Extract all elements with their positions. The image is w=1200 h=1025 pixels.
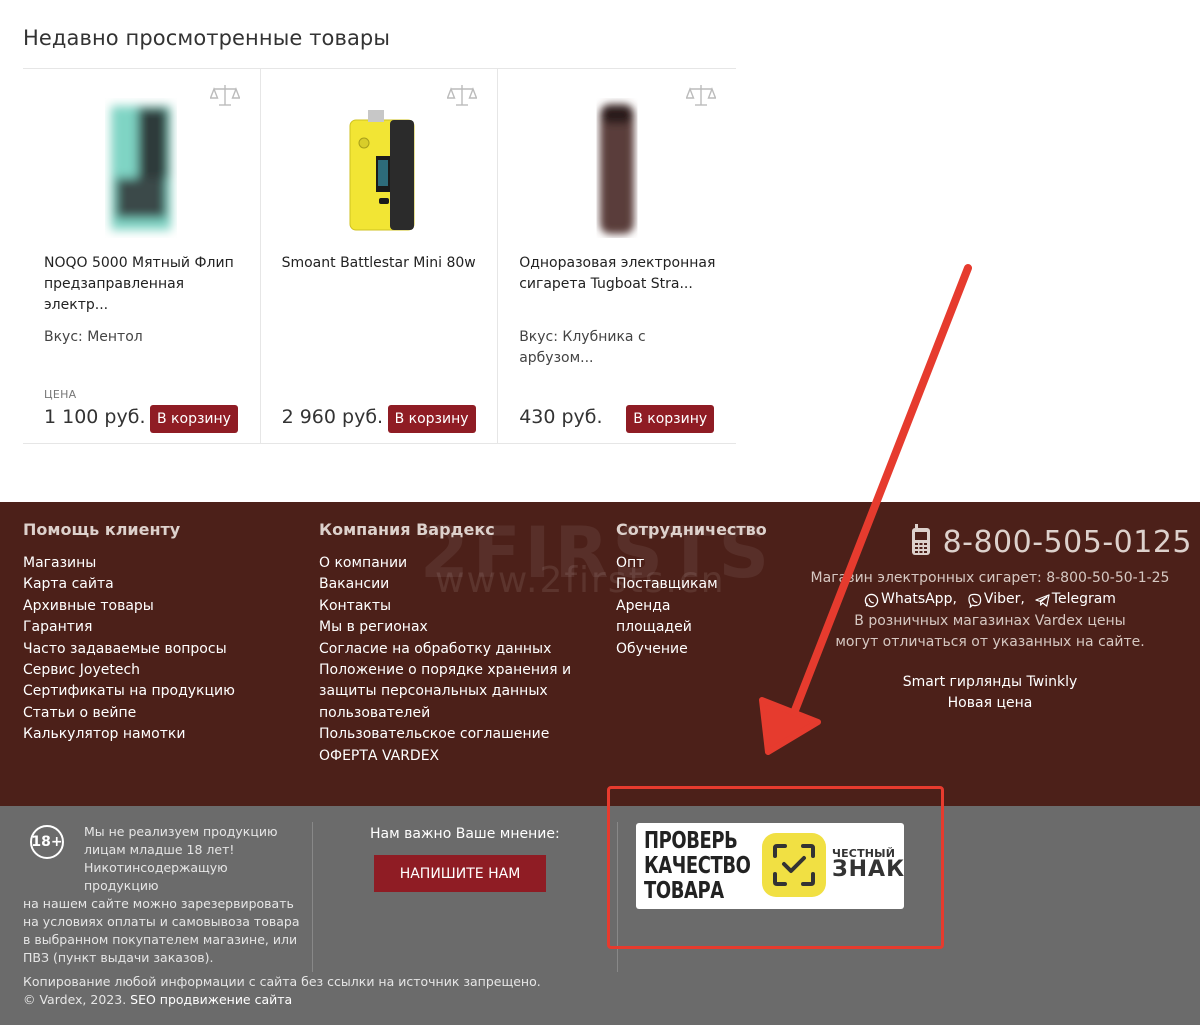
messengers-row: WhatsApp, Viber, Telegram [780,589,1200,610]
product-name[interactable]: NOQO 5000 Мятный Флип предзаправленная э… [44,253,244,316]
add-to-cart-button[interactable]: В корзину [387,405,476,433]
footer-column-partnership: Сотрудничество Опт Поставщикам Аренда пл… [616,520,767,660]
product-name[interactable]: Одноразовая электронная сигарета Tugboat… [519,253,719,295]
whatsapp-label: WhatsApp, [881,591,957,608]
divider [312,822,313,972]
footer-link[interactable]: Опт [616,553,767,574]
telegram-link[interactable]: Telegram [1035,589,1116,610]
footer-main: 2FIRSTS www.2firsts.cn Помощь клиенту Ма… [0,502,1200,806]
footer-link[interactable]: Статьи о вейпе [23,703,235,724]
disclaimer-line: ПВЗ (пункт выдачи заказов). [23,950,214,965]
footer-link[interactable]: защиты персональных данных [319,681,571,702]
seo-link[interactable]: SEO продвижение сайта [130,992,292,1007]
product-card: NOQO 5000 Мятный Флип предзаправленная э… [23,69,261,443]
telegram-label: Telegram [1051,591,1116,608]
mobile-phone-icon [911,524,931,560]
contact-info: Магазин электронных сигарет: 8-800-50-50… [780,568,1200,654]
price-label: ЦЕНА [44,388,77,401]
compare-scales-icon[interactable] [209,83,241,109]
recently-viewed-grid: NOQO 5000 Мятный Флип предзаправленная э… [23,68,736,444]
disclaimer-line: на условиях оплаты и самовывоза товара [23,914,300,929]
product-card: Одноразовая электронная сигарета Tugboat… [498,69,736,443]
telegram-icon [1035,593,1050,607]
footer-link[interactable]: О компании [319,553,571,574]
phone-number[interactable]: 8-800-505-0125 [943,525,1192,560]
product-image[interactable] [557,93,677,243]
whatsapp-link[interactable]: WhatsApp, [864,589,957,610]
compare-scales-icon[interactable] [446,83,478,109]
product-image[interactable] [319,93,439,243]
footer-link[interactable]: Согласие на обработку данных [319,639,571,660]
footer-column-company: Компания Вардекс О компании Вакансии Кон… [319,520,571,767]
add-to-cart-button[interactable]: В корзину [626,405,715,433]
copyright-line: © Vardex, 2023. SEO продвижение сайта [23,991,541,1009]
copyright-note: Копирование любой информации с сайта без… [23,974,541,989]
retail-note: В розничных магазинах Vardex цены [854,612,1126,629]
copyright: Копирование любой информации с сайта без… [23,973,541,1009]
disclaimer-line: Никотинсодержащую продукцию [84,860,228,893]
footer-link[interactable]: Контакты [319,596,571,617]
feedback-label: Нам важно Ваше мнение: [370,826,560,842]
product-flavor: Вкус: Ментол [44,329,143,345]
disclaimer-line: Мы не реализуем продукцию [84,824,278,839]
product-price: 430 руб. [519,406,603,428]
product-flavor: Вкус: Клубника с арбузом... [519,329,646,366]
footer-link[interactable]: Часто задаваемые вопросы [23,639,235,660]
product-price: 1 100 руб. [44,406,146,428]
footer-link[interactable]: Магазины [23,553,235,574]
phone-row[interactable]: 8-800-505-0125 [911,524,1192,560]
recently-viewed-title: Недавно просмотренные товары [23,26,391,50]
product-name[interactable]: Smoant Battlestar Mini 80w [282,253,482,274]
disclaimer-line: на нашем сайте можно зарезервировать [23,896,294,911]
footer-link[interactable]: Карта сайта [23,574,235,595]
viber-label: Viber, [983,591,1025,608]
footer-link[interactable]: Мы в регионах [319,617,571,638]
promo-link[interactable]: Новая цена [780,693,1200,714]
viber-icon [968,593,982,608]
footer-link[interactable]: Положение о порядке хранения и [319,660,571,681]
footer-link[interactable]: Обучение [616,639,767,660]
product-image[interactable] [81,93,201,243]
footer-link[interactable]: площадей [616,617,767,638]
disclaimer-line: в выбранном покупателем магазине, или [23,932,298,947]
disposable-vape-icon [599,104,634,234]
vape-mod-icon [349,110,415,231]
product-price: 2 960 руб. [281,406,384,428]
shop-phone-line[interactable]: Магазин электронных сигарет: 8-800-50-50… [780,568,1200,589]
footer-column-title: Помощь клиенту [23,520,181,539]
write-to-us-button[interactable]: НАПИШИТЕ НАМ [374,855,546,892]
retail-note: могут отличаться от указанных на сайте. [835,634,1145,651]
footer-link[interactable]: Пользовательское соглашение [319,724,571,745]
whatsapp-icon [864,593,879,607]
add-to-cart-button[interactable]: В корзину [150,405,238,433]
footer-link[interactable]: Калькулятор намотки [23,724,235,745]
product-card: Smoant Battlestar Mini 80w 2 960 руб. В … [261,69,499,443]
copyright-text: © Vardex, 2023. [23,992,127,1007]
footer-link[interactable]: Гарантия [23,617,235,638]
annotation-highlight-frame [607,786,944,949]
footer-link[interactable]: ОФЕРТА VARDEX [319,746,571,767]
promo-links: Smart гирлянды Twinkly Новая цена [780,672,1200,715]
footer-link[interactable]: Архивные товары [23,596,235,617]
footer-link[interactable]: Сервис Joyetech [23,660,235,681]
viber-link[interactable]: Viber, [967,589,1025,610]
compare-scales-icon[interactable] [685,83,717,109]
disclaimer-line: лицам младше 18 лет! [84,842,235,857]
footer-bottom: 18+ Мы не реализуем продукцию лицам млад… [0,786,1200,1025]
footer-column-title: Сотрудничество [616,520,767,539]
footer-link[interactable]: пользователей [319,703,571,724]
footer-column-title: Компания Вардекс [319,520,495,539]
footer-link[interactable]: Вакансии [319,574,571,595]
promo-link[interactable]: Smart гирлянды Twinkly [780,672,1200,693]
footer-link[interactable]: Поставщикам [616,574,767,595]
age-disclaimer: Мы не реализуем продукцию лицам младше 1… [23,823,303,967]
footer-link[interactable]: Аренда [616,596,767,617]
product-image-placeholder-icon [111,106,172,230]
footer-column-help: Помощь клиенту Магазины Карта сайта Архи… [23,520,235,746]
footer-link[interactable]: Сертификаты на продукцию [23,681,235,702]
